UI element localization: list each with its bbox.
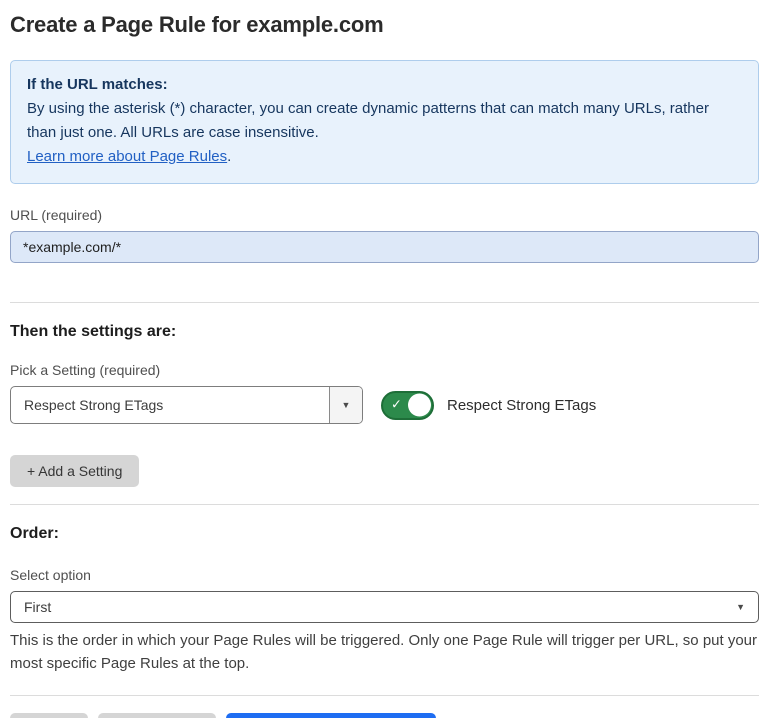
save-as-draft-button[interactable]: Save as Draft bbox=[98, 713, 217, 718]
cancel-button[interactable]: Cancel bbox=[10, 713, 88, 718]
setting-select-arrow-cell[interactable]: ▼ bbox=[329, 387, 362, 423]
url-field-group: URL (required) bbox=[10, 207, 759, 263]
toggle-knob bbox=[408, 394, 431, 417]
info-box-link-line: Learn more about Page Rules. bbox=[27, 145, 742, 169]
pick-setting-label: Pick a Setting (required) bbox=[10, 362, 759, 378]
form-actions: Cancel Save as Draft Save and Deploy Pag… bbox=[10, 713, 759, 718]
link-suffix-period: . bbox=[227, 148, 231, 165]
toggle-label: Respect Strong ETags bbox=[447, 397, 596, 414]
url-input[interactable] bbox=[10, 231, 759, 263]
order-select-arrow: ▼ bbox=[736, 592, 758, 622]
info-box-heading: If the URL matches: bbox=[27, 73, 742, 97]
section-divider bbox=[10, 504, 759, 505]
section-divider bbox=[10, 302, 759, 303]
url-match-info-box: If the URL matches: By using the asteris… bbox=[10, 60, 759, 184]
order-section-heading: Order: bbox=[10, 525, 759, 543]
chevron-down-icon: ▼ bbox=[342, 401, 351, 410]
save-and-deploy-button[interactable]: Save and Deploy Page Rule bbox=[226, 713, 436, 718]
order-select[interactable]: First ▼ bbox=[10, 591, 759, 623]
setting-select-value: Respect Strong ETags bbox=[11, 387, 163, 423]
add-setting-button[interactable]: + Add a Setting bbox=[10, 455, 139, 487]
setting-row: Respect Strong ETags ▼ ✓ Respect Strong … bbox=[10, 386, 759, 424]
chevron-down-icon: ▼ bbox=[736, 603, 745, 612]
order-select-value: First bbox=[11, 592, 51, 622]
page-title: Create a Page Rule for example.com bbox=[10, 12, 759, 38]
setting-select[interactable]: Respect Strong ETags ▼ bbox=[10, 386, 363, 424]
learn-more-link[interactable]: Learn more about Page Rules bbox=[27, 148, 227, 165]
etags-toggle[interactable]: ✓ bbox=[381, 391, 434, 420]
settings-section-heading: Then the settings are: bbox=[10, 323, 759, 341]
info-box-body: By using the asterisk (*) character, you… bbox=[27, 97, 742, 145]
order-select-label: Select option bbox=[10, 567, 759, 583]
create-page-rule-form: Create a Page Rule for example.com If th… bbox=[0, 0, 769, 718]
order-help-text: This is the order in which your Page Rul… bbox=[10, 629, 759, 675]
checkmark-icon: ✓ bbox=[391, 397, 402, 413]
footer-divider bbox=[10, 695, 759, 696]
url-label: URL (required) bbox=[10, 207, 759, 223]
